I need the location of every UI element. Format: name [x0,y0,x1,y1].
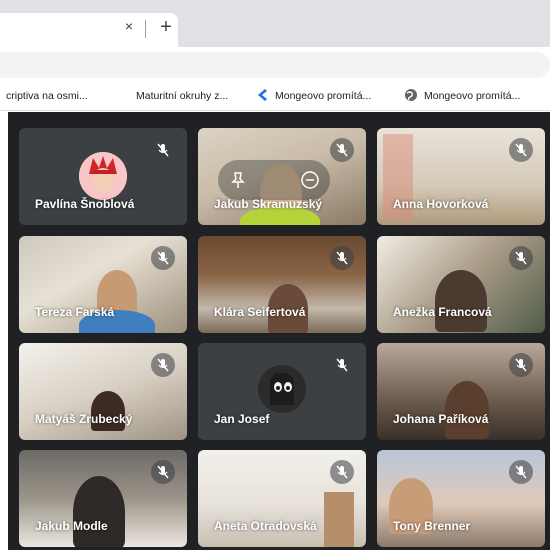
participant-name: Klára Seifertová [214,305,306,319]
participant-video [435,270,487,332]
participant-name: Matyáš Zrubecký [35,412,133,426]
participant-tile[interactable]: Johana Paříková [377,343,545,440]
bookmark-blue-icon [255,88,269,102]
new-tab-button[interactable]: + [156,17,176,37]
participant-name: Jakub Skramuzský [214,197,323,211]
participant-tile[interactable]: Tony Brenner [377,450,545,547]
mic-muted-icon [151,460,175,484]
participant-name: Tony Brenner [393,519,471,533]
participant-tile[interactable]: Jan Josef [198,343,366,440]
bookmark-item[interactable]: Mongeovo promítá... [424,88,520,104]
participant-name: Johana Paříková [393,412,489,426]
room-object [324,492,354,547]
participant-tile[interactable]: Anna Hovorková [377,128,545,225]
participant-tile[interactable]: Jakub Skramuzský [198,128,366,225]
globe-icon [404,88,418,102]
participant-tile[interactable]: Tereza Farská [19,236,187,333]
bookmark-item[interactable]: Mongeovo promítá... [275,88,371,104]
bookmark-item[interactable]: criptiva na osmi... [6,88,88,104]
participant-tile[interactable]: Anežka Francová [377,236,545,333]
mic-muted-icon [509,138,533,162]
tab-strip: × + [0,0,550,47]
avatar [79,152,127,200]
mic-muted-icon [509,460,533,484]
participant-tile[interactable]: Aneta Otradovská [198,450,366,547]
participant-video [73,476,125,547]
participant-tile[interactable]: Jakub Modle [19,450,187,547]
mic-muted-icon [151,246,175,270]
tab-separator [145,20,146,38]
mic-muted-icon [151,138,175,162]
participant-name: Jakub Modle [35,519,108,533]
avatar [258,365,306,413]
participant-name: Pavlína Šnoblová [35,197,135,211]
browser-tab[interactable] [0,13,178,47]
mic-muted-icon [330,246,354,270]
bookmarks-bar: criptiva na osmi... Maturitní okruhy z..… [0,80,550,111]
participant-tile[interactable]: Matyáš Zrubecký [19,343,187,440]
participant-name: Anna Hovorková [393,197,489,211]
mic-muted-icon [509,246,533,270]
participant-name: Jan Josef [214,412,270,426]
participant-tile[interactable]: Pavlína Šnoblová [19,128,187,225]
screen: × + criptiva na osmi... Maturitní okruhy… [0,0,550,550]
mic-muted-icon [151,353,175,377]
remove-icon[interactable] [290,160,330,200]
participant-name: Tereza Farská [35,305,115,319]
bookmark-item[interactable]: Maturitní okruhy z... [136,88,228,104]
mic-muted-icon [330,353,354,377]
tab-close-icon[interactable]: × [122,19,136,33]
participant-tile[interactable]: Klára Seifertová [198,236,366,333]
left-edge [0,112,8,550]
tile-hover-controls [218,160,330,200]
mic-muted-icon [509,353,533,377]
participant-video [445,381,489,439]
pin-icon[interactable] [218,160,258,200]
address-bar[interactable] [0,52,550,78]
participant-name: Anežka Francová [393,305,492,319]
participant-name: Aneta Otradovská [214,519,317,533]
mic-muted-icon [330,138,354,162]
mic-muted-icon [330,460,354,484]
